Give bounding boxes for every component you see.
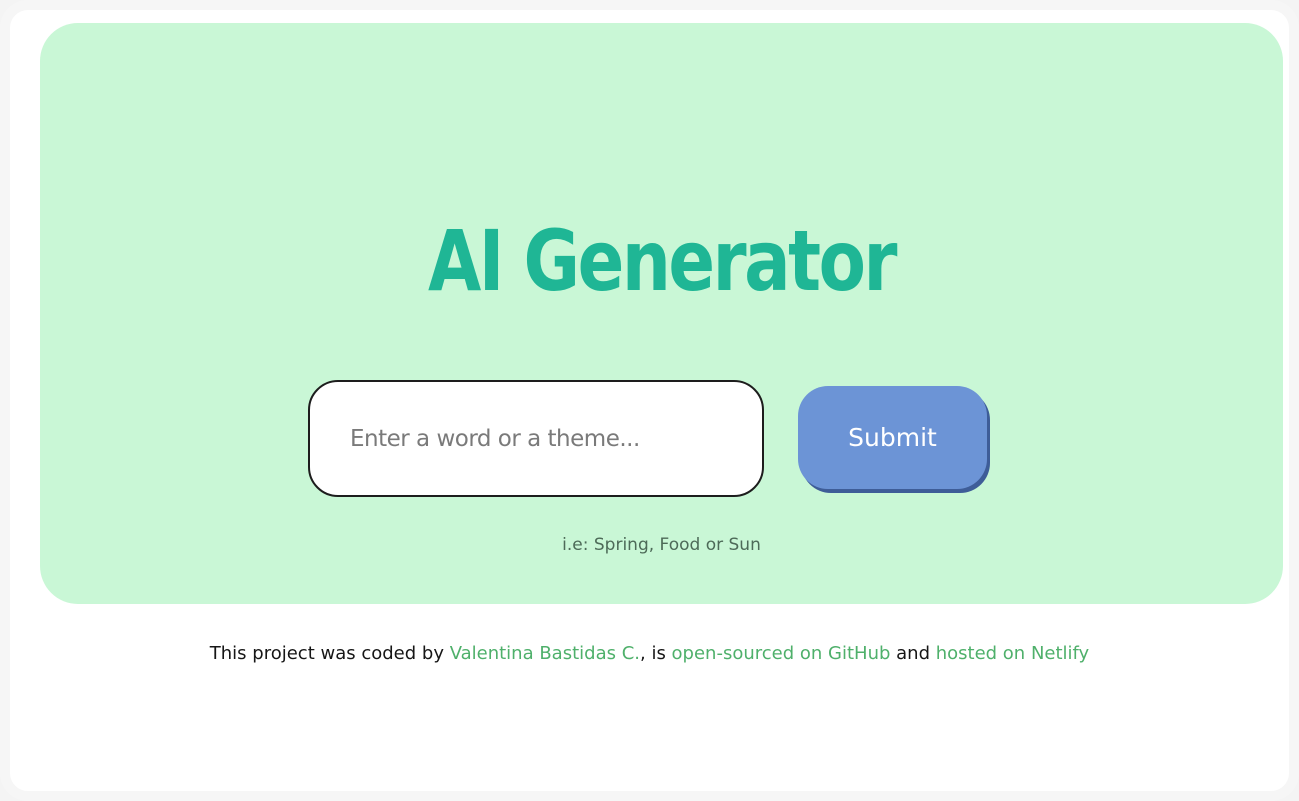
footer: This project was coded by Valentina Bast…: [10, 643, 1289, 664]
page-title: AI Generator: [427, 212, 898, 310]
page-frame: AI Generator Submit i.e: Spring, Food or…: [0, 0, 1299, 801]
footer-text: and: [890, 643, 936, 664]
input-hint: i.e: Spring, Food or Sun: [562, 535, 761, 555]
theme-input[interactable]: [308, 380, 764, 497]
netlify-link[interactable]: hosted on Netlify: [936, 643, 1090, 664]
hero-card: AI Generator Submit i.e: Spring, Food or…: [40, 23, 1283, 604]
submit-button[interactable]: Submit: [798, 386, 987, 489]
footer-text: , is: [640, 643, 672, 664]
github-link[interactable]: open-sourced on GitHub: [672, 643, 891, 664]
footer-text: This project was coded by: [209, 643, 450, 664]
author-link[interactable]: Valentina Bastidas C.: [450, 643, 640, 664]
